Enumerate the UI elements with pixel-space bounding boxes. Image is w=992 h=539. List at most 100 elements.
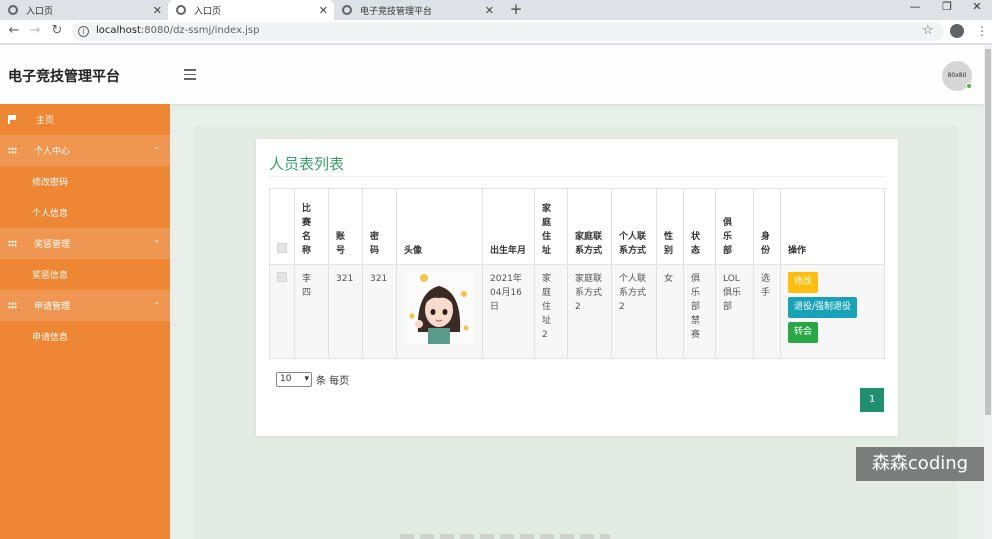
chevron-up-icon: ⌃ xyxy=(153,146,160,155)
sidebar-item-label: 个人信息 xyxy=(32,209,69,219)
info-icon[interactable]: i xyxy=(78,26,89,37)
chevron-up-icon: ⌃ xyxy=(153,301,160,310)
close-icon[interactable]: ✕ xyxy=(153,4,162,17)
sidebar-group-personal[interactable]: 个人中心 ⌃ xyxy=(0,135,170,166)
select-all-checkbox[interactable] xyxy=(277,243,287,253)
transfer-button[interactable]: 转会 xyxy=(788,322,819,343)
column-header: 状态 xyxy=(683,188,716,265)
browser-menu-icon[interactable]: ⋮ xyxy=(976,22,988,40)
grid-icon xyxy=(8,302,17,309)
column-header: 账号 xyxy=(328,188,363,265)
page-title: 人员表列表 xyxy=(269,155,345,173)
new-tab-button[interactable]: + xyxy=(508,0,524,20)
cell-status: 俱乐部禁赛 xyxy=(683,264,716,359)
grid-icon xyxy=(8,147,17,154)
minimize-icon[interactable]: — xyxy=(900,0,930,16)
table-row: 李四 321 321 2021年04月16日 家庭住址2 家庭联系方式2 个人联… xyxy=(269,264,885,359)
globe-icon xyxy=(8,5,18,15)
sidebar-item-home[interactable]: 主页 xyxy=(0,104,170,135)
list-card: 人员表列表 比赛名称 账号 密码 头像 出生年月 家庭住址 家庭联系方式 个人联… xyxy=(256,139,898,436)
sidebar-group-applications[interactable]: 申请管理 ⌃ xyxy=(0,290,170,321)
page-size-select[interactable]: 10 xyxy=(276,372,312,387)
cell-password: 321 xyxy=(362,264,397,359)
app-viewport: 电子竞技管理平台 80x80 主页 个人中心 ⌃ 修改密码 个人信息 奖惩管理 … xyxy=(0,45,992,539)
select-all-cell xyxy=(269,188,295,265)
restore-icon[interactable]: ❐ xyxy=(932,0,962,16)
column-header: 家庭联系方式 xyxy=(567,188,612,265)
avatar-illustration xyxy=(404,272,474,344)
cell-birth: 2021年04月16日 xyxy=(482,264,535,359)
chevron-up-icon: ⌃ xyxy=(153,239,160,248)
column-header: 性别 xyxy=(656,188,684,265)
sidebar-group-label: 奖惩管理 xyxy=(34,240,71,250)
sidebar-group-label: 个人中心 xyxy=(34,147,71,157)
sidebar: 主页 个人中心 ⌃ 修改密码 个人信息 奖惩管理 ⌃ 奖惩信息 申请管理 ⌃ 申… xyxy=(0,104,170,539)
page-size-control: 10 条 每页 xyxy=(276,372,349,387)
cell-address: 家庭住址2 xyxy=(534,264,568,359)
row-select-cell xyxy=(269,264,295,359)
flag-icon xyxy=(8,115,16,124)
retire-button[interactable]: 退役/强制退役 xyxy=(788,297,858,318)
globe-icon xyxy=(176,5,186,15)
column-header: 身份 xyxy=(753,188,781,265)
avatar-photo xyxy=(404,272,474,344)
column-header: 俱乐部 xyxy=(715,188,754,265)
cell-actions: 修改 退役/强制退役 转会 xyxy=(780,264,885,359)
forward-icon[interactable]: → xyxy=(27,23,43,39)
sidebar-item-label: 修改密码 xyxy=(32,178,69,188)
sidebar-item-applications-info[interactable]: 申请信息 xyxy=(0,321,170,352)
page-button-current[interactable]: 1 xyxy=(860,388,884,412)
offscreen-content-hint xyxy=(400,534,610,539)
globe-icon xyxy=(342,5,352,15)
column-header: 个人联系方式 xyxy=(611,188,657,265)
cell-account: 321 xyxy=(328,264,363,359)
cell-role: 选手 xyxy=(753,264,781,359)
sidebar-item-label: 主页 xyxy=(36,116,55,126)
column-header: 密码 xyxy=(362,188,397,265)
app-header: 电子竞技管理平台 80x80 xyxy=(0,45,984,104)
window-close-icon[interactable]: ✕ xyxy=(962,0,992,16)
scrollbar-thumb[interactable] xyxy=(985,49,991,415)
watermark-overlay: 森森coding xyxy=(856,447,984,481)
address-bar: ← → ↻ i localhost:8080/dz-ssmj/index.jsp… xyxy=(0,20,992,44)
url-field[interactable]: i localhost:8080/dz-ssmj/index.jsp xyxy=(72,22,944,41)
back-icon[interactable]: ← xyxy=(6,23,22,39)
cell-club: LOL俱乐部 xyxy=(715,264,754,359)
profile-icon[interactable] xyxy=(950,24,964,38)
column-header: 比赛名称 xyxy=(294,188,329,265)
browser-tab-bar: 入口页 ✕ 入口页 ✕ 电子竞技管理平台 ✕ + — ❐ ✕ xyxy=(0,0,992,20)
cell-name: 李四 xyxy=(294,264,329,359)
page-size-label: 条 每页 xyxy=(316,376,350,387)
cell-personal-contact: 个人联系方式2 xyxy=(611,264,657,359)
browser-tab-3[interactable]: 电子竞技管理平台 ✕ xyxy=(334,0,500,20)
column-header: 家庭住址 xyxy=(534,188,568,265)
browser-tab-2[interactable]: 入口页 ✕ xyxy=(168,0,334,20)
sidebar-item-change-password[interactable]: 修改密码 xyxy=(0,166,170,197)
sidebar-item-rewards-info[interactable]: 奖惩信息 xyxy=(0,259,170,290)
app-title: 电子竞技管理平台 xyxy=(8,69,120,85)
table-header-row: 比赛名称 账号 密码 头像 出生年月 家庭住址 家庭联系方式 个人联系方式 性别… xyxy=(269,188,885,265)
close-icon[interactable]: ✕ xyxy=(485,4,494,17)
browser-tab-1[interactable]: 入口页 ✕ xyxy=(0,0,168,20)
sidebar-item-label: 奖惩信息 xyxy=(32,271,69,281)
column-header: 出生年月 xyxy=(482,188,535,265)
sidebar-item-personal-info[interactable]: 个人信息 xyxy=(0,197,170,228)
column-header: 头像 xyxy=(396,188,483,265)
close-icon[interactable]: ✕ xyxy=(319,4,328,17)
sidebar-group-label: 申请管理 xyxy=(34,302,71,312)
tab-label: 入口页 xyxy=(26,6,54,17)
hamburger-menu-icon[interactable] xyxy=(184,69,196,83)
sidebar-item-label: 申请信息 xyxy=(32,333,69,343)
sidebar-group-rewards[interactable]: 奖惩管理 ⌃ xyxy=(0,228,170,259)
online-status-dot xyxy=(966,83,972,89)
personnel-table: 比赛名称 账号 密码 头像 出生年月 家庭住址 家庭联系方式 个人联系方式 性别… xyxy=(269,188,885,359)
tab-label: 电子竞技管理平台 xyxy=(360,6,433,17)
cell-gender: 女 xyxy=(656,264,684,359)
row-checkbox[interactable] xyxy=(277,272,287,282)
bookmark-star-icon[interactable]: ☆ xyxy=(922,23,934,38)
edit-button[interactable]: 修改 xyxy=(788,272,819,293)
tab-label: 入口页 xyxy=(194,6,222,17)
reload-icon[interactable]: ↻ xyxy=(49,23,65,39)
column-header: 操作 xyxy=(780,188,885,265)
url-text: localhost:8080/dz-ssmj/index.jsp xyxy=(96,25,260,36)
